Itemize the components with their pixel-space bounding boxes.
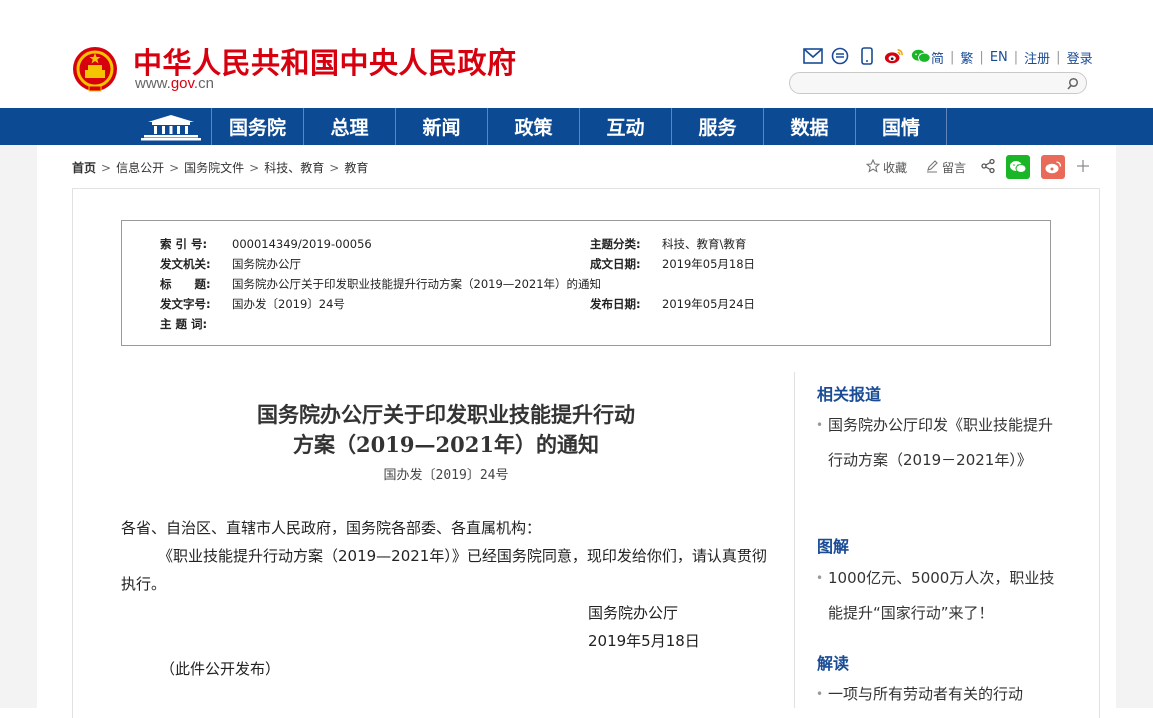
lang-links: 简 | 繁 | EN | 注册 | 登录 [931, 48, 1093, 67]
national-emblem-icon[interactable] [72, 44, 118, 94]
nav-items: 国务院 总理 新闻 政策 互动 服务 数据 国情 [211, 108, 947, 145]
mobile-icon[interactable] [857, 46, 877, 66]
search-icon[interactable] [1066, 76, 1080, 90]
star-icon [865, 158, 881, 176]
mail-icon[interactable] [803, 46, 823, 66]
english-link[interactable]: EN [990, 50, 1008, 65]
breadcrumb-state-docs[interactable]: 国务院文件 [184, 161, 244, 175]
meta-category-row: 主题分类: 科技、教育\教育 [590, 237, 747, 251]
share-icon-group [803, 46, 931, 66]
search-input[interactable] [800, 73, 1064, 95]
domain-main: gov [170, 75, 194, 92]
bullet-icon: • [816, 418, 824, 432]
nav-item-services[interactable]: 服务 [671, 108, 763, 145]
nav-home-icon[interactable] [130, 108, 211, 145]
meta-keywords-row: 主 题 词: [160, 317, 208, 331]
interpretation-heading: 解读 [817, 654, 850, 673]
domain-prefix: www. [135, 75, 171, 92]
breadcrumb-sci-edu[interactable]: 科技、教育 [264, 161, 324, 175]
nav-item-interaction[interactable]: 互动 [579, 108, 671, 145]
article-tools: 收藏 留言 [865, 155, 1090, 179]
article-salutation: 各省、自治区、直辖市人民政府，国务院各部委、各直属机构： [121, 519, 542, 537]
rss-icon[interactable] [830, 46, 850, 66]
meta-title-row: 标 题: 国务院办公厅关于印发职业技能提升行动方案（2019—2021年）的通知 [160, 277, 602, 291]
meta-issuer-row: 发文机关: 国务院办公厅 [160, 257, 301, 271]
nav-item-premier[interactable]: 总理 [303, 108, 395, 145]
domain-suffix: .cn [193, 75, 214, 92]
meta-published-row: 发布日期: 2019年05月24日 [590, 297, 756, 311]
bullet-icon: • [816, 571, 824, 585]
search-box [789, 72, 1087, 95]
breadcrumb-info-public[interactable]: 信息公开 [116, 161, 164, 175]
share-weibo-icon[interactable] [1041, 155, 1066, 179]
publication-note: （此件公开发布） [160, 660, 281, 678]
share-wechat-icon[interactable] [1006, 155, 1031, 179]
main-nav: 国务院 总理 新闻 政策 互动 服务 数据 国情 [0, 108, 1153, 145]
register-link[interactable]: 注册 [1024, 48, 1050, 67]
interpretation-link[interactable]: • 一项与所有劳动者有关的行动 [816, 677, 1056, 712]
comment-label: 留言 [942, 160, 967, 175]
meta-index-row: 索 引 号: 000014349/2019-00056 [160, 237, 372, 251]
article-title: 国务院办公厅关于印发职业技能提升行动 方案（2019—2021年）的通知 [121, 400, 771, 460]
article-title-line-2: 方案（2019—2021年）的通知 [293, 432, 599, 457]
simplified-link[interactable]: 简 [931, 48, 944, 67]
signature-org: 国务院办公厅 [588, 604, 679, 622]
related-reports-heading: 相关报道 [817, 385, 882, 404]
article-title-line-1: 国务院办公厅关于印发职业技能提升行动 [257, 402, 635, 427]
nav-item-data[interactable]: 数据 [763, 108, 855, 145]
weibo-icon[interactable] [884, 46, 904, 66]
nav-item-news[interactable]: 新闻 [395, 108, 487, 145]
traditional-link[interactable]: 繁 [960, 48, 973, 67]
breadcrumb: 首页 > 信息公开 > 国务院文件 > 科技、教育 > 教育 [72, 161, 369, 175]
login-link[interactable]: 登录 [1067, 48, 1093, 67]
bullet-icon: • [816, 687, 824, 701]
site-header: 中华人民共和国中央人民政府 www.gov.cn 简 | 繁 | EN | 注册 | 登… [0, 0, 1153, 108]
article-body: 《职业技能提升行动方案（2019—2021年）》已经国务院同意，现印发给你们，请… [121, 547, 767, 593]
favorite-button[interactable]: 收藏 [865, 158, 908, 176]
nav-item-policy[interactable]: 政策 [487, 108, 579, 145]
breadcrumb-home[interactable]: 首页 [72, 161, 96, 175]
diagram-link[interactable]: • 1000亿元、5000万人次，职业技能提升“国家行动”来了！ [816, 561, 1056, 631]
site-domain: www.gov.cn [135, 75, 214, 92]
favorite-label: 收藏 [883, 160, 908, 175]
signature-date: 2019年5月18日 [588, 632, 700, 650]
sidebar-divider [794, 372, 795, 708]
more-plus-icon[interactable] [1077, 159, 1090, 175]
wechat-icon[interactable] [911, 46, 931, 66]
pencil-icon [925, 159, 939, 176]
document-number: 国办发〔2019〕24号 [383, 468, 509, 483]
diagram-heading: 图解 [817, 537, 850, 556]
meta-created-row: 成文日期: 2019年05月18日 [590, 257, 756, 271]
related-report-link[interactable]: • 国务院办公厅印发《职业技能提升行动方案（2019－2021年）》 [816, 408, 1056, 478]
nav-item-national-info[interactable]: 国情 [855, 108, 947, 145]
share-icon[interactable] [980, 158, 996, 177]
breadcrumb-education[interactable]: 教育 [344, 161, 368, 175]
meta-docno-row: 发文字号: 国办发〔2019〕24号 [160, 297, 345, 311]
comment-button[interactable]: 留言 [925, 159, 966, 176]
nav-item-state-council[interactable]: 国务院 [211, 108, 303, 145]
